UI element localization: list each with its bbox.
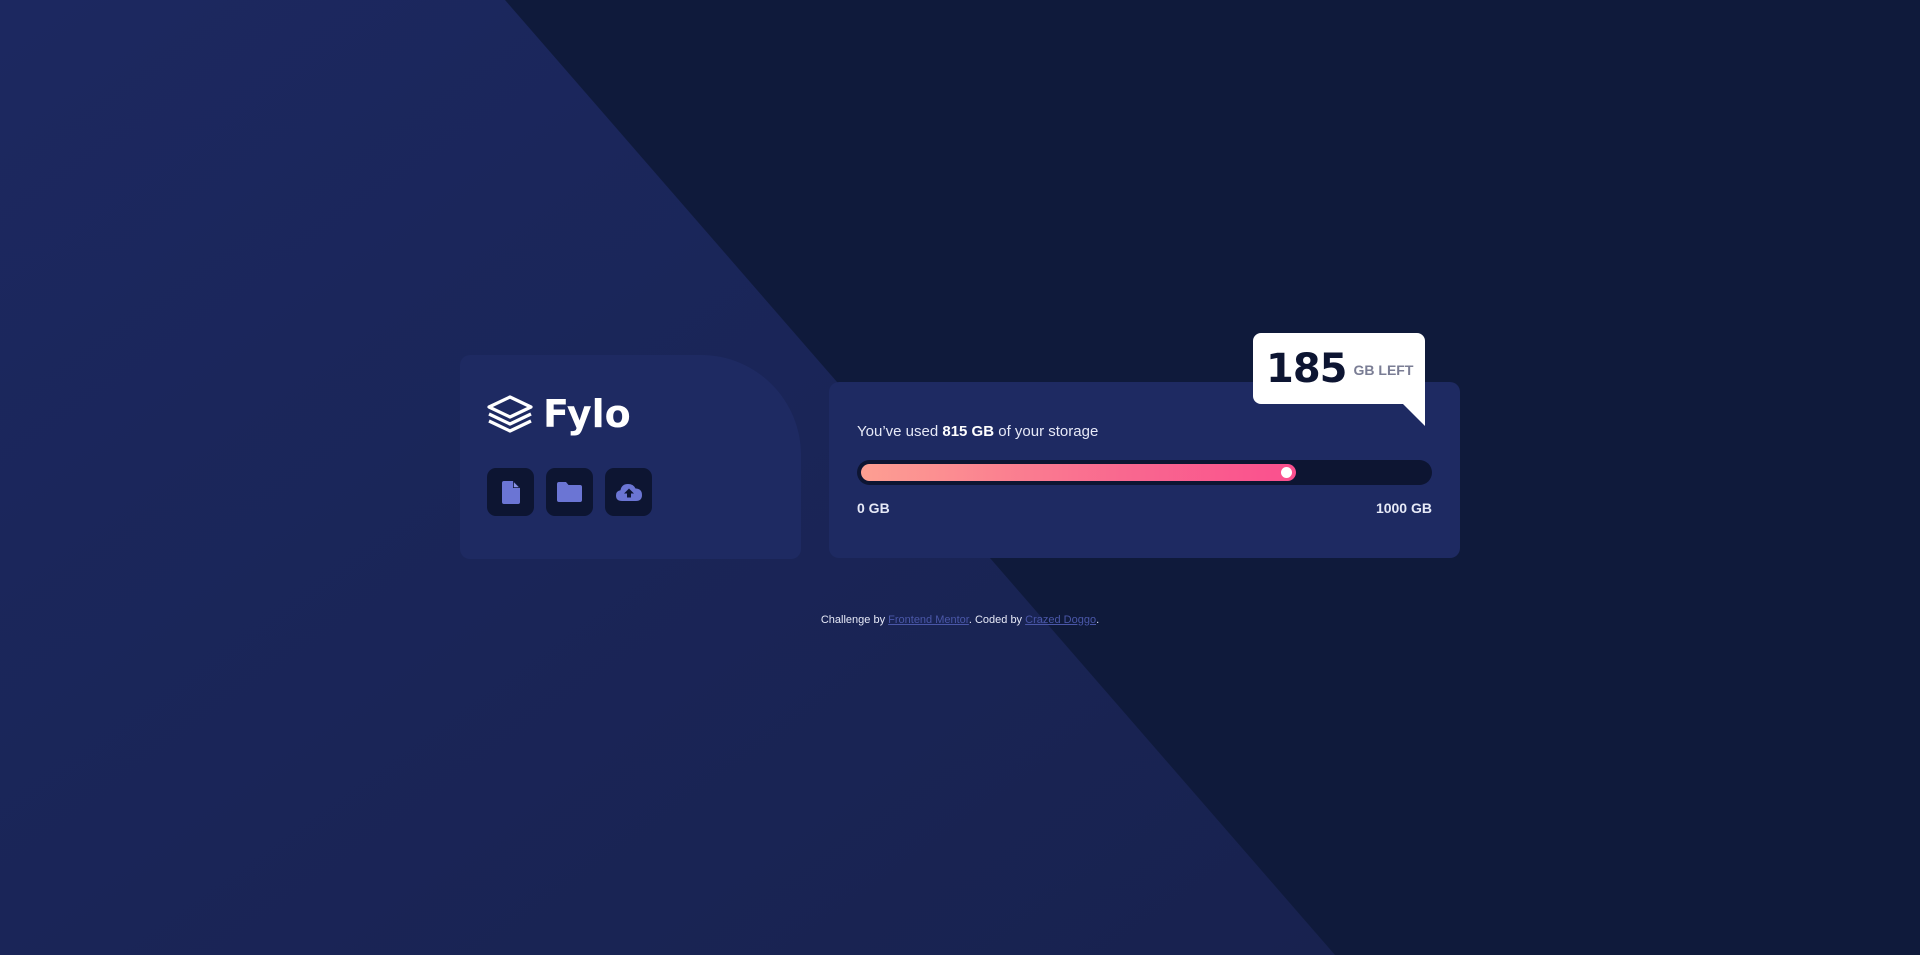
storage-card: You’ve used 815 GB of your storage 0 GB … [829,382,1460,558]
remaining-unit: GB LEFT [1353,361,1414,378]
file-actions [487,468,652,516]
layers-icon [487,395,533,433]
logo-card: Fylo [460,355,801,559]
document-button[interactable] [487,468,534,516]
remaining-storage-bubble: 185 GB LEFT [1253,333,1425,426]
cloud-upload-icon [615,483,642,501]
storage-progress-bar [857,460,1432,485]
scale-max-label: 1000 GB [1375,500,1432,516]
attribution-middle: . Coded by [968,614,1026,626]
upload-button[interactable] [605,468,652,516]
logo-text: Fylo [543,392,631,436]
usage-prefix: You’ve used [857,423,943,440]
attribution-prefix: Challenge by [820,614,889,626]
remaining-number: 185 [1266,345,1347,392]
folder-icon [557,482,582,502]
usage-amount: 815 GB [942,423,995,440]
storage-progress-fill [861,464,1296,481]
bubble-tail [1403,404,1425,426]
usage-text: You’ve used 815 GB of your storage [857,423,1098,440]
attribution: Challenge by Frontend Mentor. Coded by C… [0,614,1920,626]
scale-min-label: 0 GB [857,500,890,516]
attribution-suffix: . [1096,614,1100,626]
logo: Fylo [487,392,631,436]
frontend-mentor-link[interactable]: Frontend Mentor [888,614,969,626]
document-icon [501,480,520,504]
usage-suffix: of your storage [994,423,1099,440]
author-link[interactable]: Crazed Doggo [1025,614,1096,626]
progress-knob [1281,467,1292,478]
folder-button[interactable] [546,468,593,516]
